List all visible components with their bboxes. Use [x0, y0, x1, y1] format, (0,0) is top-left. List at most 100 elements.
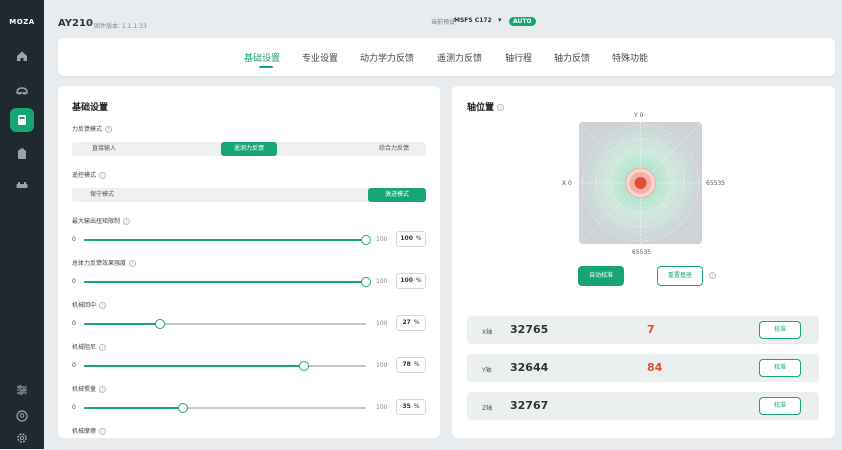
slider-max: 100: [376, 320, 388, 327]
reset-base-button[interactable]: 重置基座: [657, 266, 703, 286]
slider-unit: %: [415, 235, 422, 242]
slider-handle[interactable]: [155, 319, 166, 329]
slider-handle[interactable]: [177, 403, 188, 413]
slider-handle[interactable]: [361, 277, 371, 287]
slider-unit: %: [413, 403, 420, 410]
info-icon[interactable]: i: [497, 104, 505, 111]
slider-max: 100: [376, 236, 388, 243]
info-icon[interactable]: i: [105, 126, 113, 133]
preset-select[interactable]: MSFS C172: [454, 17, 492, 24]
slider-label-text: 最大输出扭矩限制: [72, 218, 121, 225]
slider-label-text: 机械惯量: [72, 386, 97, 393]
slider-unit: %: [413, 361, 420, 368]
axis-position-pad: [579, 122, 702, 244]
slider-label-text: 机械阻尼: [72, 344, 97, 351]
max-torque-slider: 0 100 100%: [72, 230, 426, 250]
control-mode-label: 遥控模式 i: [72, 170, 107, 179]
axis-row-z: Z轴 32767 校准: [467, 392, 819, 420]
device-active-icon[interactable]: [10, 108, 34, 132]
slider-value: 100: [400, 277, 413, 284]
ffb-mode-telemetry[interactable]: 遥测力反馈: [221, 142, 277, 156]
auto-badge[interactable]: AUTO: [509, 17, 536, 26]
slider-value-input[interactable]: 78%: [396, 357, 426, 373]
slider-label-text: 总体力反馈效果强度: [72, 260, 127, 267]
panel-title: 基础设置: [72, 103, 109, 113]
info-icon[interactable]: i: [129, 260, 137, 267]
slider-value-input[interactable]: 35%: [396, 399, 426, 415]
slider-track[interactable]: [84, 361, 366, 371]
home-icon[interactable]: [10, 44, 34, 68]
device-name: AY210: [58, 18, 93, 29]
control-mode-aggressive[interactable]: 激进模式: [368, 188, 426, 202]
slider-value: 27: [402, 319, 411, 326]
slider-value-input[interactable]: 100%: [396, 273, 426, 289]
info-icon[interactable]: i: [99, 302, 107, 309]
tab-dynamic-ffb[interactable]: 动力学力反馈: [360, 51, 414, 64]
y-axis-top-label: Y 0: [634, 112, 644, 119]
device-icon[interactable]: [10, 142, 34, 166]
slider-track[interactable]: [84, 277, 371, 287]
tab-bar: 基础设置 专业设置 动力学力反馈 遥测力反馈 轴行程 轴力反馈 特殊功能: [58, 38, 835, 76]
axis-name: Y轴: [482, 367, 492, 374]
tab-pro-settings[interactable]: 专业设置: [302, 51, 338, 64]
axis-row-x: X轴 32765 7 校准: [467, 316, 819, 344]
calibrate-z-button[interactable]: 校准: [759, 397, 801, 415]
sliders-icon[interactable]: [10, 378, 34, 402]
tab-basic-settings[interactable]: 基础设置: [244, 51, 280, 64]
slider-fill: [84, 407, 183, 409]
slider-value-input[interactable]: 100%: [396, 231, 426, 247]
axis-value: 32765: [510, 323, 549, 336]
slider-unit: %: [413, 319, 420, 326]
slider-max: 100: [376, 404, 388, 411]
slider-label: 机械阻尼 i: [72, 342, 107, 351]
ffb-mode-direct[interactable]: 直接输入: [72, 142, 136, 156]
calibrate-y-button[interactable]: 校准: [759, 359, 801, 377]
top-bar: AY210 固件版本: 1.1.1.33 当前预设 MSFS C172 ▾ AU…: [44, 0, 842, 38]
axis-value: 32644: [510, 361, 549, 374]
slider-fill: [84, 281, 366, 283]
auto-calibrate-button[interactable]: 自动校准: [578, 266, 624, 286]
axis-delta: 84: [647, 361, 663, 374]
tab-axis-travel[interactable]: 轴行程: [505, 51, 532, 64]
accessory-icon[interactable]: [10, 174, 34, 198]
info-icon[interactable]: i: [99, 172, 107, 179]
calibrate-x-button[interactable]: 校准: [759, 321, 801, 339]
ffb-mode-selector: 直接输入 遥测力反馈 综合力反馈: [72, 142, 426, 156]
mechanical-damping-slider: 0 100 78%: [72, 356, 426, 376]
ffb-mode-label: 力反馈模式 i: [72, 124, 113, 133]
gear-icon[interactable]: [10, 426, 34, 450]
x-axis-right-label: 65535: [706, 180, 726, 187]
info-icon[interactable]: i: [99, 428, 107, 435]
slider-handle[interactable]: [361, 235, 371, 245]
slider-fill: [84, 323, 161, 325]
slider-min: 0: [72, 320, 76, 327]
preset-label: 当前预设: [431, 19, 456, 26]
vehicle-icon[interactable]: [10, 78, 34, 102]
slider-value-input[interactable]: 27%: [396, 315, 426, 331]
slider-min: 0: [72, 236, 76, 243]
ffb-mode-combined[interactable]: 综合力反馈: [362, 142, 426, 156]
control-mode-conservative[interactable]: 保守模式: [72, 188, 132, 202]
slider-track[interactable]: [84, 319, 366, 329]
tab-special-functions[interactable]: 特殊功能: [612, 51, 648, 64]
chevron-down-icon[interactable]: ▾: [498, 16, 502, 24]
slider-label-text: 机械摩擦: [72, 428, 97, 435]
slider-track[interactable]: [84, 235, 371, 245]
info-icon[interactable]: i: [99, 386, 107, 393]
info-icon[interactable]: i: [99, 344, 107, 351]
tab-axis-ffb[interactable]: 轴力反馈: [554, 51, 590, 64]
slider-min: 0: [72, 404, 76, 411]
info-icon[interactable]: i: [123, 218, 131, 225]
slider-label: 总体力反馈效果强度 i: [72, 258, 137, 267]
slider-label: 机械摩擦 i: [72, 426, 107, 435]
tab-telemetry-ffb[interactable]: 遥测力反馈: [437, 51, 482, 64]
x-axis-left-label: X 0: [562, 180, 572, 187]
slider-label: 机械回中 i: [72, 300, 107, 309]
info-icon[interactable]: i: [709, 272, 716, 279]
mechanical-centering-slider: 0 100 27%: [72, 314, 426, 334]
moza-logo: MOZA: [9, 18, 35, 26]
slider-track[interactable]: [84, 403, 366, 413]
slider-value: 35: [402, 403, 411, 410]
slider-handle[interactable]: [298, 361, 309, 371]
settings-help-icon[interactable]: [10, 404, 34, 428]
